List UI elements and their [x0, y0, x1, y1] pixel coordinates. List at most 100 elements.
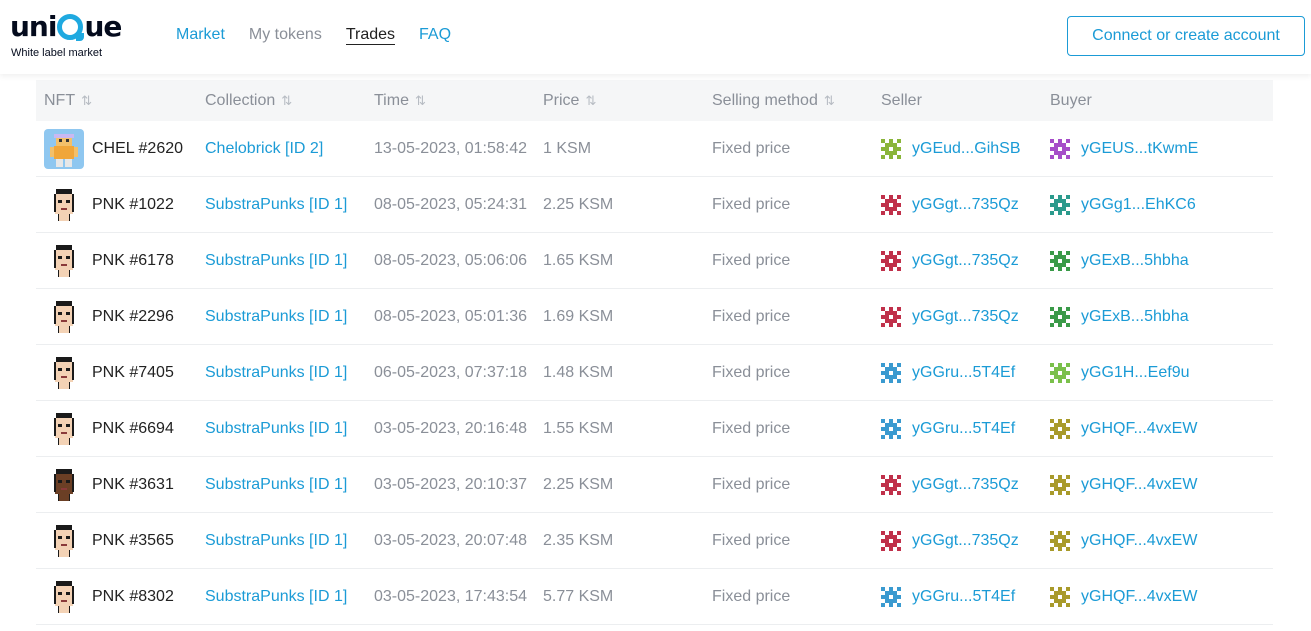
nav-faq[interactable]: FAQ	[419, 26, 451, 45]
buyer-cell[interactable]: yGEUS...tKwmE	[1050, 138, 1250, 159]
buyer-address[interactable]: yGHQF...4vxEW	[1081, 532, 1197, 550]
nft-cell[interactable]: PNK #2296	[36, 296, 205, 337]
nft-thumbnail[interactable]	[44, 352, 84, 393]
seller-cell[interactable]: yGGru...5T4Ef	[881, 362, 1050, 383]
collection-link[interactable]: SubstraPunks [ID 1]	[205, 476, 347, 493]
seller-address[interactable]: yGGru...5T4Ef	[912, 588, 1015, 606]
identicon-icon	[881, 306, 901, 327]
nav-trades[interactable]: Trades	[345, 26, 396, 45]
buyer-cell[interactable]: yGExB...5hbha	[1050, 250, 1250, 271]
column-header-nft[interactable]: NFT ⇅	[36, 92, 205, 110]
seller-cell[interactable]: yGGgt...735Qz	[881, 474, 1050, 495]
nft-cell[interactable]: PNK #6694	[36, 408, 205, 449]
buyer-address[interactable]: yGExB...5hbha	[1081, 252, 1189, 270]
nft-name[interactable]: PNK #2296	[92, 308, 174, 326]
buyer-cell[interactable]: yGG1H...Eef9u	[1050, 362, 1250, 383]
nft-name[interactable]: PNK #3565	[92, 532, 174, 550]
table-row[interactable]: PNK #2296 SubstraPunks [ID 1] 08-05-2023, …	[36, 289, 1273, 345]
table-row[interactable]: PNK #3565 SubstraPunks [ID 1] 03-05-2023, …	[36, 513, 1273, 569]
collection-link[interactable]: SubstraPunks [ID 1]	[205, 588, 347, 605]
nav-my-tokens[interactable]: My tokens	[249, 26, 322, 45]
nft-name[interactable]: CHEL #2620	[92, 140, 183, 158]
collection-link[interactable]: SubstraPunks [ID 1]	[205, 308, 347, 325]
buyer-address[interactable]: yGExB...5hbha	[1081, 308, 1189, 326]
nft-thumbnail[interactable]	[44, 184, 84, 225]
seller-address[interactable]: yGGgt...735Qz	[912, 196, 1019, 214]
buyer-cell[interactable]: yGHQF...4vxEW	[1050, 418, 1250, 439]
collection-link[interactable]: SubstraPunks [ID 1]	[205, 532, 347, 549]
buyer-address[interactable]: yGHQF...4vxEW	[1081, 476, 1197, 494]
table-row[interactable]: PNK #6694 SubstraPunks [ID 1] 03-05-2023, …	[36, 401, 1273, 457]
seller-address[interactable]: yGGru...5T4Ef	[912, 420, 1015, 438]
column-header-time[interactable]: Time ⇅	[374, 92, 543, 110]
collection-link[interactable]: SubstraPunks [ID 1]	[205, 364, 347, 381]
buyer-cell[interactable]: yGHQF...4vxEW	[1050, 586, 1250, 607]
table-row[interactable]: PNK #8302 SubstraPunks [ID 1] 03-05-2023, …	[36, 569, 1273, 625]
buyer-cell[interactable]: yGGg1...EhKC6	[1050, 194, 1250, 215]
nft-cell[interactable]: PNK #3631	[36, 464, 205, 505]
selling-method: Fixed price	[712, 307, 791, 325]
buyer-address[interactable]: yGGg1...EhKC6	[1081, 196, 1196, 214]
column-header-price[interactable]: Price ⇅	[543, 92, 712, 110]
buyer-cell[interactable]: yGHQF...4vxEW	[1050, 474, 1250, 495]
nft-name[interactable]: PNK #1022	[92, 196, 174, 214]
sort-icon[interactable]: ⇅	[585, 93, 596, 109]
nft-thumbnail[interactable]	[44, 408, 84, 449]
table-row[interactable]: PNK #6178 SubstraPunks [ID 1] 08-05-2023, …	[36, 233, 1273, 289]
seller-cell[interactable]: yGGgt...735Qz	[881, 530, 1050, 551]
nft-name[interactable]: PNK #3631	[92, 476, 174, 494]
seller-cell[interactable]: yGGru...5T4Ef	[881, 586, 1050, 607]
table-row[interactable]: PNK #1022 SubstraPunks [ID 1] 08-05-2023, …	[36, 177, 1273, 233]
seller-address[interactable]: yGGru...5T4Ef	[912, 364, 1015, 382]
seller-cell[interactable]: yGGgt...735Qz	[881, 306, 1050, 327]
buyer-address[interactable]: yGG1H...Eef9u	[1081, 364, 1190, 382]
collection-link[interactable]: SubstraPunks [ID 1]	[205, 420, 347, 437]
seller-cell[interactable]: yGGgt...735Qz	[881, 194, 1050, 215]
column-header-collection[interactable]: Collection ⇅	[205, 92, 374, 110]
nav-market[interactable]: Market	[176, 26, 225, 45]
nft-thumbnail[interactable]	[44, 240, 84, 281]
seller-address[interactable]: yGEud...GihSB	[912, 140, 1021, 158]
nft-name[interactable]: PNK #6694	[92, 420, 174, 438]
column-header-selling-method[interactable]: Selling method ⇅	[712, 92, 881, 110]
sort-icon[interactable]: ⇅	[415, 93, 426, 109]
seller-address[interactable]: yGGgt...735Qz	[912, 532, 1019, 550]
buyer-cell[interactable]: yGHQF...4vxEW	[1050, 530, 1250, 551]
nft-name[interactable]: PNK #8302	[92, 588, 174, 606]
seller-address[interactable]: yGGgt...735Qz	[912, 476, 1019, 494]
sort-icon[interactable]: ⇅	[281, 93, 292, 109]
unique-logo[interactable]: uni ue White label market	[10, 12, 150, 62]
nft-cell[interactable]: PNK #6178	[36, 240, 205, 281]
nft-thumbnail[interactable]	[44, 520, 84, 561]
logo-tagline: White label market	[11, 47, 103, 59]
buyer-address[interactable]: yGHQF...4vxEW	[1081, 588, 1197, 606]
sort-icon[interactable]: ⇅	[824, 93, 835, 109]
nft-name[interactable]: PNK #6178	[92, 252, 174, 270]
nft-thumbnail[interactable]	[44, 128, 84, 169]
table-row[interactable]: PNK #7405 SubstraPunks [ID 1] 06-05-2023, …	[36, 345, 1273, 401]
nft-cell[interactable]: PNK #3565	[36, 520, 205, 561]
nft-cell[interactable]: PNK #1022	[36, 184, 205, 225]
buyer-cell[interactable]: yGExB...5hbha	[1050, 306, 1250, 327]
buyer-address[interactable]: yGEUS...tKwmE	[1081, 140, 1198, 158]
nft-name[interactable]: PNK #7405	[92, 364, 174, 382]
seller-cell[interactable]: yGGru...5T4Ef	[881, 418, 1050, 439]
seller-address[interactable]: yGGgt...735Qz	[912, 308, 1019, 326]
collection-link[interactable]: SubstraPunks [ID 1]	[205, 196, 347, 213]
nft-thumbnail[interactable]	[44, 296, 84, 337]
connect-account-button[interactable]: Connect or create account	[1067, 16, 1305, 56]
nft-cell[interactable]: PNK #8302	[36, 576, 205, 617]
collection-link[interactable]: Chelobrick [ID 2]	[205, 140, 323, 157]
table-row[interactable]: PNK #3631 SubstraPunks [ID 1] 03-05-2023, …	[36, 457, 1273, 513]
nft-thumbnail[interactable]	[44, 576, 84, 617]
nft-cell[interactable]: PNK #7405	[36, 352, 205, 393]
nft-thumbnail[interactable]	[44, 464, 84, 505]
seller-cell[interactable]: yGGgt...735Qz	[881, 250, 1050, 271]
seller-cell[interactable]: yGEud...GihSB	[881, 138, 1050, 159]
buyer-address[interactable]: yGHQF...4vxEW	[1081, 420, 1197, 438]
sort-icon[interactable]: ⇅	[81, 93, 92, 109]
table-row[interactable]: CHEL #2620 Chelobrick [ID 2] 13-05-2023, 0…	[36, 121, 1273, 177]
nft-cell[interactable]: CHEL #2620	[36, 128, 205, 169]
seller-address[interactable]: yGGgt...735Qz	[912, 252, 1019, 270]
collection-link[interactable]: SubstraPunks [ID 1]	[205, 252, 347, 269]
